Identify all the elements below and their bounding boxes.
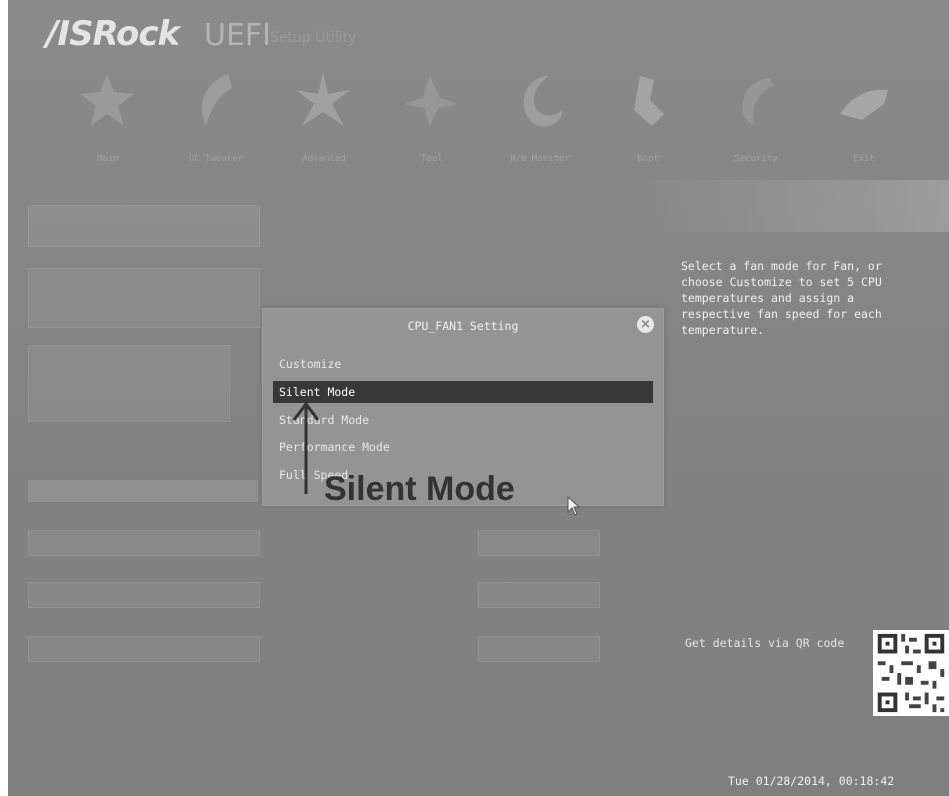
system-datetime: Tue 01/28/2014, 00:18:42: [728, 774, 895, 788]
main-star-icon: [80, 74, 134, 126]
qr-code-label: Get details via QR code: [685, 636, 845, 650]
dialog-title: CPU_FAN1 Setting: [407, 319, 519, 333]
boot-icon: [634, 76, 664, 126]
nav-main-label: Main: [97, 154, 119, 164]
close-icon[interactable]: ×: [637, 316, 654, 333]
nav-hw-monitor[interactable]: H/W Monitor: [490, 62, 590, 177]
qr-code-image: [873, 630, 949, 716]
nav-advanced[interactable]: Advanced: [274, 62, 374, 177]
setting-value-box[interactable]: [478, 636, 600, 662]
option-silent-mode[interactable]: Silent Mode: [273, 381, 653, 403]
uefi-title: UEFI: [204, 18, 272, 53]
setting-value-box[interactable]: [478, 530, 600, 556]
advanced-star-icon: [296, 72, 350, 126]
nav-hw-monitor-label: H/W Monitor: [510, 154, 570, 164]
setting-row[interactable]: [28, 582, 260, 608]
setting-row[interactable]: [28, 636, 260, 662]
mouse-pointer-icon: [567, 496, 581, 516]
uefi-screen: /ISRock UEFI Setup Utility Main OC Tweak…: [8, 0, 949, 796]
nav-oc-tweaker[interactable]: OC Tweaker: [166, 62, 266, 177]
nav-boot-label: Boot: [637, 154, 659, 164]
tool-icon: [404, 76, 458, 126]
nav-tool-label: Tool: [421, 154, 443, 164]
temperature-readings: [28, 205, 260, 247]
setup-utility-subtitle: Setup Utility: [270, 30, 357, 46]
option-performance-mode[interactable]: Performance Mode: [273, 436, 653, 458]
description-text: Select a fan mode for Fan, or choose Cus…: [681, 259, 882, 337]
nav-advanced-label: Advanced: [302, 154, 346, 164]
nav-exit[interactable]: Exit: [814, 62, 914, 177]
nav-tool[interactable]: Tool: [382, 62, 482, 177]
callout-label: Silent Mode: [324, 470, 515, 508]
exit-icon: [840, 89, 888, 120]
voltage-readings: [28, 345, 230, 422]
nav-security[interactable]: Security: [706, 62, 806, 177]
hw-monitor-icon: [523, 76, 563, 127]
nav-boot[interactable]: Boot: [598, 62, 698, 177]
oc-tweaker-icon: [201, 74, 232, 126]
option-customize[interactable]: Customize: [273, 353, 653, 375]
asrock-logo: /ISRock: [46, 14, 180, 54]
nav-oc-tweaker-label: OC Tweaker: [188, 154, 244, 164]
description-header: [648, 180, 949, 232]
setting-row[interactable]: [28, 530, 260, 556]
callout-arrow-icon: [292, 401, 320, 494]
fan-speed-readings: [28, 268, 260, 328]
setting-value-box[interactable]: [478, 582, 600, 608]
nav-main[interactable]: Main: [58, 62, 158, 177]
nav-security-label: Security: [734, 154, 778, 164]
nav-exit-label: Exit: [853, 154, 875, 164]
highlighted-setting-row[interactable]: [28, 480, 258, 502]
option-standard-mode[interactable]: Standard Mode: [273, 409, 653, 431]
security-icon: [742, 78, 774, 126]
